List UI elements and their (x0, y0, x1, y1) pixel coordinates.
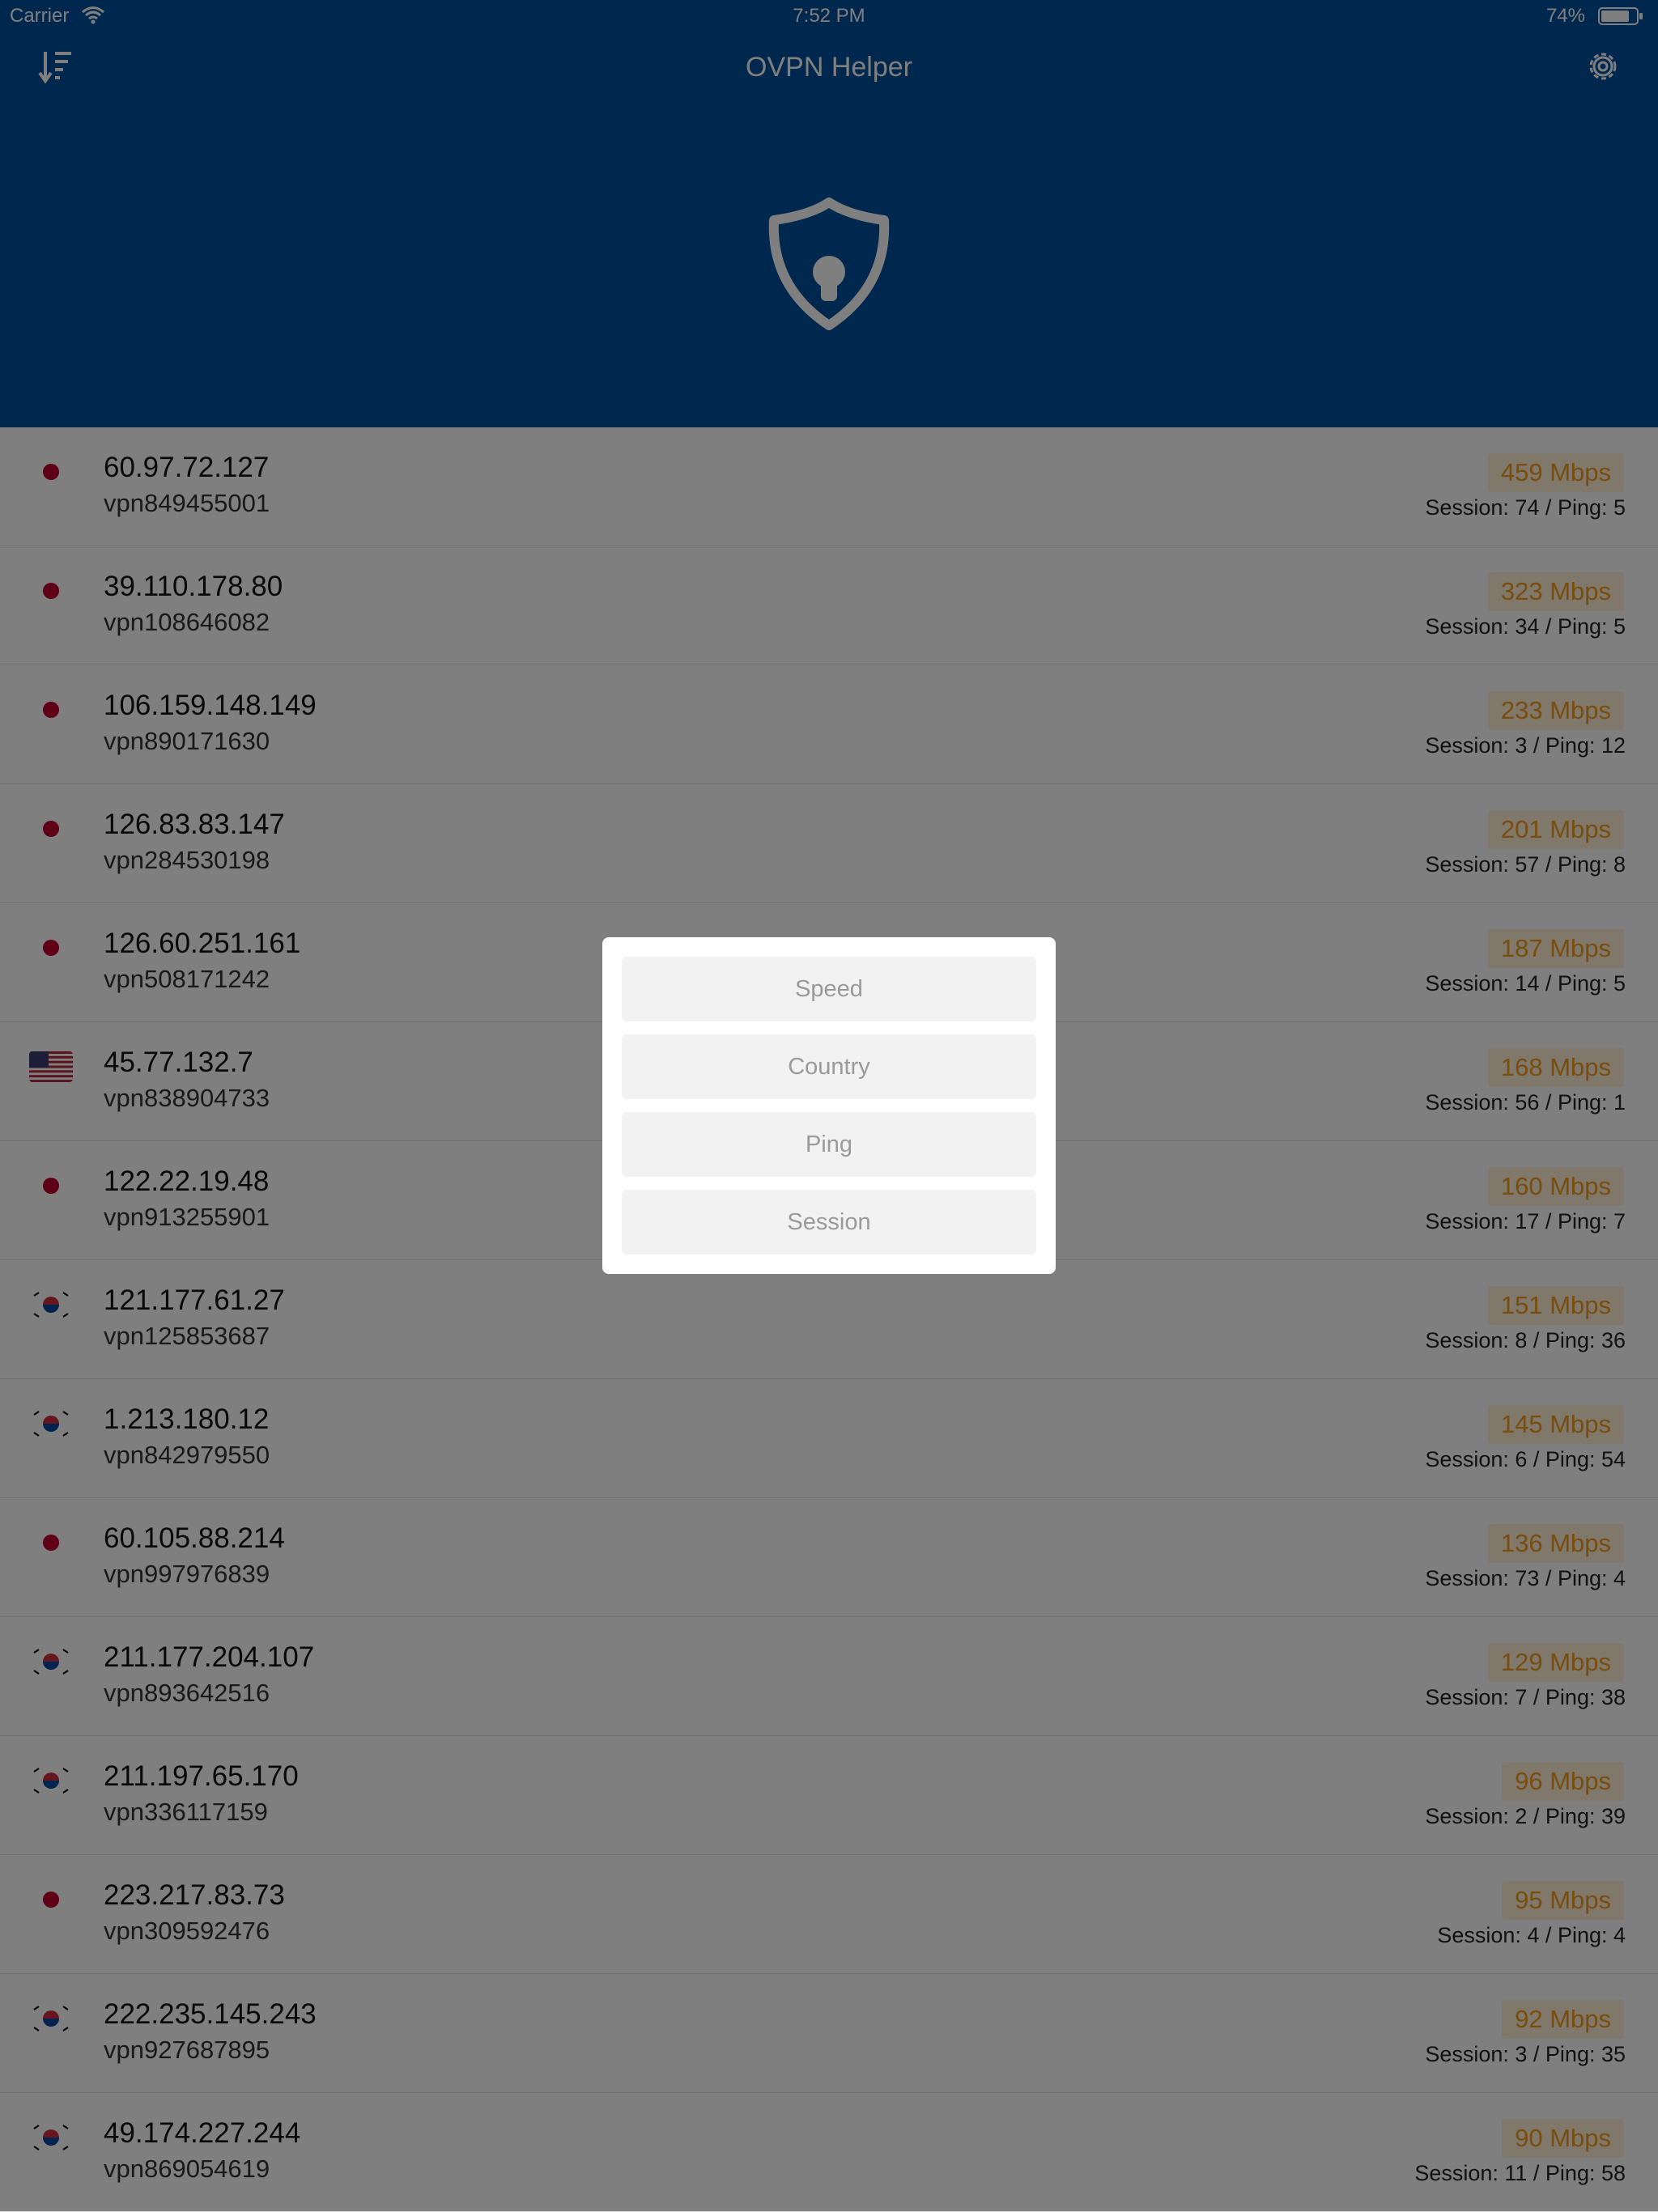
sort-by-ping-button[interactable]: Ping (622, 1112, 1036, 1177)
sort-options-dialog: Speed Country Ping Session (602, 937, 1056, 1274)
sort-by-speed-button[interactable]: Speed (622, 957, 1036, 1021)
sort-by-country-button[interactable]: Country (622, 1034, 1036, 1099)
sort-by-session-button[interactable]: Session (622, 1190, 1036, 1255)
